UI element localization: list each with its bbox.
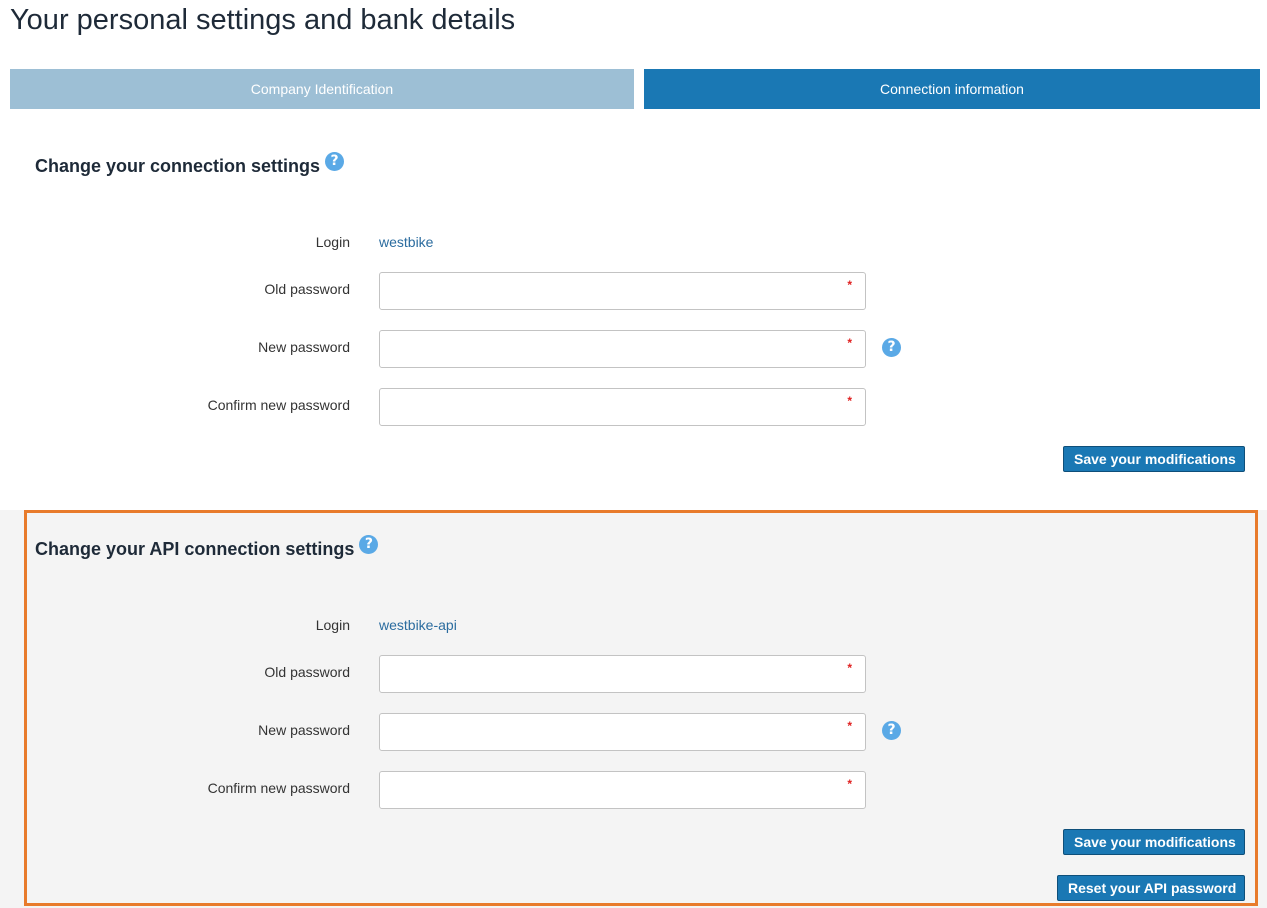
old-password-field-wrapper: * xyxy=(379,272,866,310)
new-password-input[interactable] xyxy=(379,330,866,368)
tab-company-identification[interactable]: Company Identification xyxy=(10,69,634,109)
question-circle-icon[interactable]: ? xyxy=(882,721,901,740)
old-password-input[interactable] xyxy=(379,272,866,310)
login-value: westbike xyxy=(379,234,434,250)
confirm-password-field-wrapper: * xyxy=(379,388,866,426)
api-connection-settings-section: Change your API connection settings ? Lo… xyxy=(0,510,1267,908)
api-new-password-field-wrapper: * xyxy=(379,713,866,751)
question-circle-icon[interactable]: ? xyxy=(882,338,901,357)
api-new-password-input[interactable] xyxy=(379,713,866,751)
save-modifications-button[interactable]: Save your modifications xyxy=(1063,446,1245,472)
confirm-password-label: Confirm new password xyxy=(207,397,350,413)
api-old-password-input[interactable] xyxy=(379,655,866,693)
api-settings-title: Change your API connection settings ? xyxy=(35,535,379,560)
api-new-password-label: New password xyxy=(258,722,350,738)
login-label: Login xyxy=(315,234,350,250)
confirm-password-input[interactable] xyxy=(379,388,866,426)
connection-settings-title: Change your connection settings ? xyxy=(35,152,345,177)
api-confirm-password-field-wrapper: * xyxy=(379,771,866,809)
new-password-label: New password xyxy=(258,339,350,355)
old-password-label: Old password xyxy=(264,281,350,297)
api-login-label: Login xyxy=(315,617,350,633)
connection-settings-title-text: Change your connection settings xyxy=(35,156,321,176)
api-login-value: westbike-api xyxy=(379,617,457,633)
api-confirm-password-input[interactable] xyxy=(379,771,866,809)
question-circle-icon[interactable]: ? xyxy=(325,152,345,171)
reset-api-password-button[interactable]: Reset your API password xyxy=(1057,875,1245,901)
api-save-modifications-button[interactable]: Save your modifications xyxy=(1063,829,1245,855)
api-old-password-field-wrapper: * xyxy=(379,655,866,693)
connection-settings-section: Change your connection settings ? Login … xyxy=(0,120,1267,510)
api-old-password-label: Old password xyxy=(264,664,350,680)
api-confirm-password-label: Confirm new password xyxy=(207,780,350,796)
api-settings-title-text: Change your API connection settings xyxy=(35,539,355,559)
question-circle-icon[interactable]: ? xyxy=(359,535,379,554)
new-password-field-wrapper: * xyxy=(379,330,866,368)
tab-connection-information[interactable]: Connection information xyxy=(644,69,1260,109)
page-title: Your personal settings and bank details xyxy=(10,4,516,36)
